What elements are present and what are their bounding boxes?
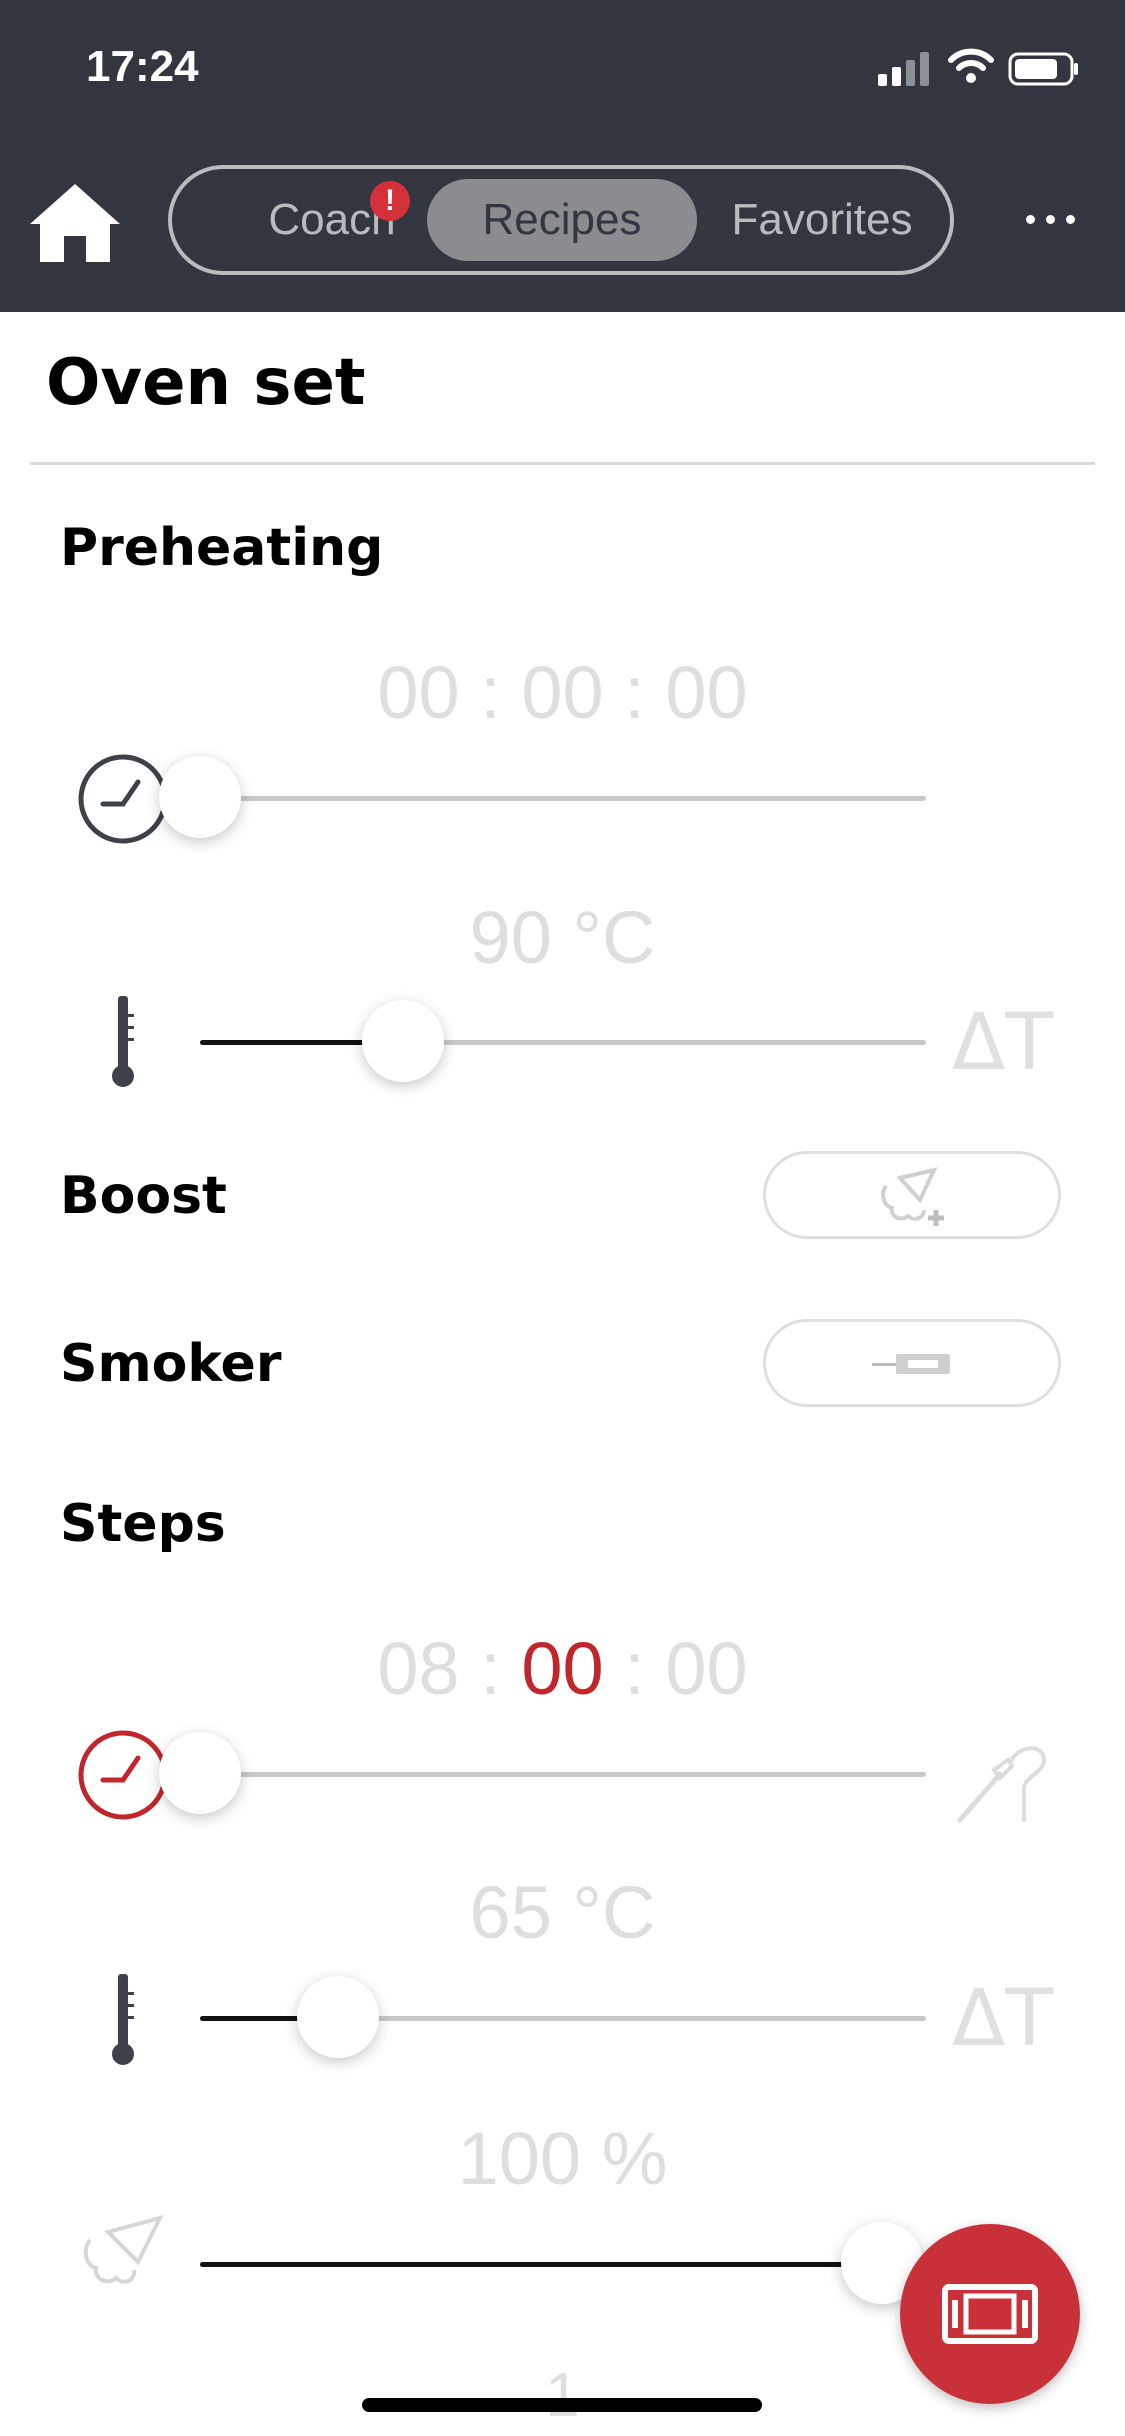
delta-temperature-toggle[interactable]: ΔT [952,998,1053,1088]
battery-icon [1008,52,1078,86]
header-bar: 17:24 Coach ! Recipes Favorites [0,0,1125,312]
coach-alert-badge: ! [370,181,410,221]
tab-favorites-label: Favorites [731,195,913,244]
wifi-icon [948,48,994,83]
smoker-label: Smoker [60,1334,282,1394]
slider-thumb[interactable] [362,1000,445,1082]
steps-temperature-readout: 65 °C [469,1871,656,1954]
tab-recipes-label: Recipes [482,195,642,244]
smoker-icon [872,1354,950,1374]
oven-view-button[interactable] [900,2224,1080,2404]
time-separator: : [480,651,501,734]
preheating-seconds: 00 [665,651,748,734]
tab-favorites[interactable]: Favorites [702,179,942,261]
preheating-time-readout: 00 : 00 : 00 [0,650,1125,735]
time-separator: : [624,1627,645,1710]
slider-thumb[interactable] [296,1976,379,2058]
steps-temperature-slider[interactable] [200,1976,926,2058]
preheating-temperature-readout: 90 °C [469,896,656,979]
more-options-icon[interactable] [1022,204,1078,234]
core-probe-icon[interactable] [954,1730,1050,1826]
boost-toggle-button[interactable] [763,1151,1061,1239]
clock-icon [78,1730,168,1820]
preheating-hours: 00 [377,651,460,734]
preheating-time-slider[interactable] [159,756,926,838]
home-icon[interactable] [24,178,126,266]
title-divider [30,462,1095,465]
thermometer-icon [112,1974,134,2065]
preheating-temperature-slider[interactable] [200,1000,926,1082]
cellular-signal-icon [878,52,929,86]
clock-icon [78,754,168,844]
home-indicator [362,2398,762,2412]
slider-thumb[interactable] [159,1732,241,1814]
steps-time-slider[interactable] [159,1732,926,1814]
time-separator: : [480,1627,501,1710]
preheating-title: Preheating [60,518,384,578]
page-title: Oven set [46,346,366,420]
steps-title: Steps [60,1494,226,1554]
smoker-toggle-button[interactable] [763,1319,1061,1407]
steps-hours: 08 [377,1627,460,1710]
boost-label: Boost [60,1166,227,1226]
preheating-minutes: 00 [521,651,604,734]
steps-minutes: 00 [521,1627,604,1710]
tab-recipes[interactable]: Recipes [427,179,697,261]
steps-humidity-readout: 100 % [457,2117,668,2200]
delta-temperature-toggle[interactable]: ΔT [952,1974,1053,2064]
time-separator: : [624,651,645,734]
status-time: 17:24 [86,42,199,91]
oven-icon [942,2284,1038,2344]
humidity-steam-icon [83,2214,164,2284]
steam-boost-icon [881,1167,944,1226]
slider-thumb[interactable] [159,756,241,838]
steps-time-readout: 08 : 00 : 00 [0,1626,1125,1711]
steps-seconds: 00 [665,1627,748,1710]
section-switcher: Coach ! Recipes Favorites [168,165,954,275]
thermometer-icon [112,996,134,1087]
steps-humidity-slider[interactable] [200,2222,926,2304]
